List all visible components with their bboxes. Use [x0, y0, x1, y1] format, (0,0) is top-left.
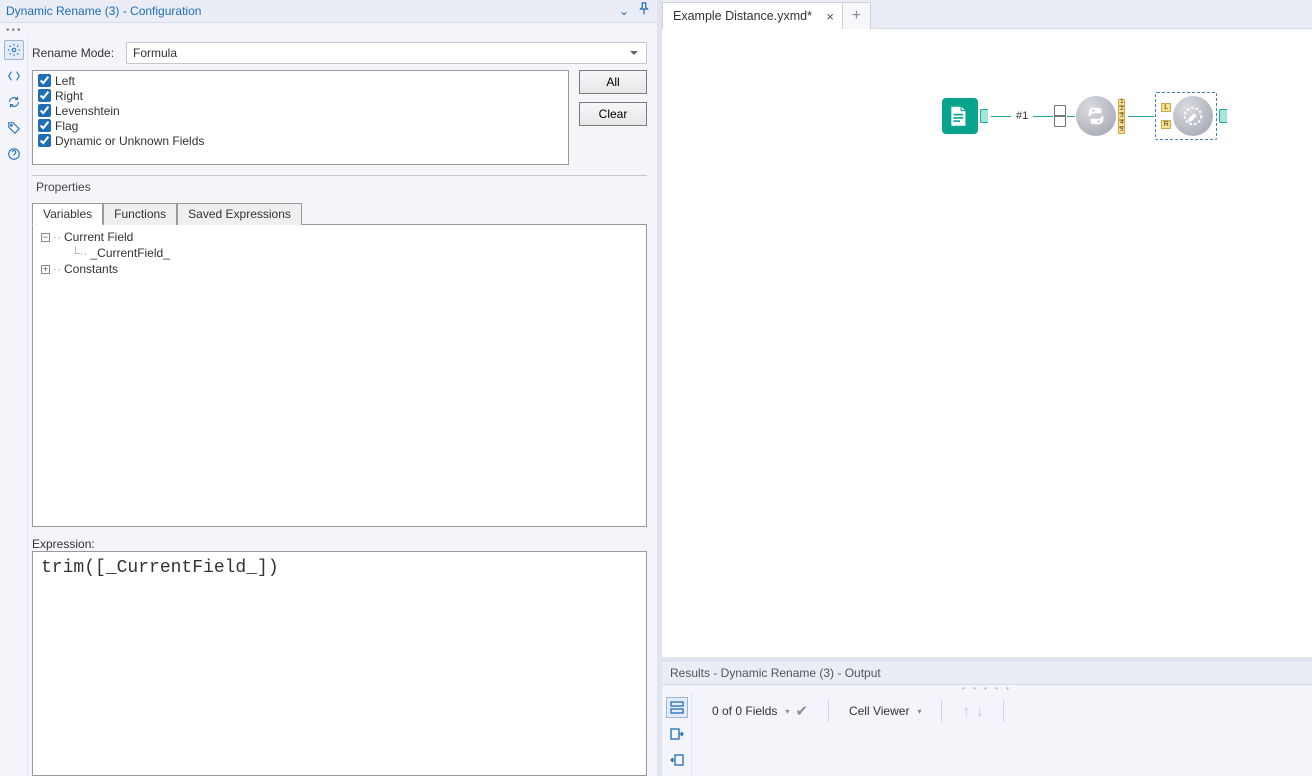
connection-line	[1067, 116, 1075, 117]
selected-tool-frame: L R	[1155, 92, 1217, 140]
all-button[interactable]: All	[579, 70, 647, 94]
anchor-out[interactable]	[980, 109, 988, 123]
text-input-tool[interactable]	[942, 98, 978, 134]
browse-anchor-icon[interactable]	[1054, 105, 1066, 127]
field-label: Levenshtein	[55, 104, 120, 118]
tree-node-constants[interactable]: Constants	[64, 262, 118, 276]
field-label: Dynamic or Unknown Fields	[55, 134, 204, 148]
tag-icon[interactable]	[4, 118, 24, 138]
config-header: Dynamic Rename (3) - Configuration ⌄	[0, 0, 657, 23]
rename-mode-label: Rename Mode:	[32, 46, 116, 60]
field-check-levenshtein[interactable]	[38, 104, 51, 117]
workflow-canvas[interactable]: #1 1 2 3 4 5 L R	[662, 29, 1312, 657]
results-toolbar: 0 of 0 Fields▾ ✔ Cell Viewer▾ ↑ ↓	[662, 692, 1312, 776]
output-arrow-icon[interactable]	[666, 750, 688, 771]
connection-label: #1	[1016, 110, 1028, 122]
tab-functions[interactable]: Functions	[103, 203, 177, 225]
port-3[interactable]: 3	[1118, 113, 1125, 120]
anchor-out[interactable]	[1219, 109, 1227, 123]
fields-listbox[interactable]: Left Right Levenshtein Flag Dynamic or U…	[32, 70, 569, 165]
document-tab-label: Example Distance.yxmd*	[673, 9, 812, 23]
results-title: Results - Dynamic Rename (3) - Output	[662, 662, 1312, 685]
dots-icon: •••	[0, 23, 657, 36]
new-tab-button[interactable]: +	[843, 2, 871, 29]
cell-viewer-label: Cell Viewer	[849, 704, 909, 718]
port-2[interactable]: 2	[1118, 106, 1125, 113]
port-5[interactable]: 5	[1118, 127, 1125, 134]
check-icon[interactable]: ✔	[795, 702, 808, 720]
results-view-icon[interactable]	[666, 697, 688, 718]
xml-icon[interactable]	[4, 66, 24, 86]
gear-icon[interactable]	[4, 40, 24, 60]
chevron-down-icon[interactable]: ⌄	[619, 4, 629, 18]
input-arrow-icon[interactable]	[666, 723, 688, 744]
expression-label: Expression:	[32, 537, 647, 551]
cell-viewer-dropdown[interactable]: Cell Viewer▾	[839, 700, 931, 722]
field-label: Left	[55, 74, 75, 88]
dynamic-rename-tool[interactable]	[1173, 96, 1213, 136]
field-check-dynamic[interactable]	[38, 134, 51, 147]
arrow-down-icon[interactable]: ↓	[976, 703, 984, 720]
document-tab-strip: Example Distance.yxmd* × +	[662, 0, 1312, 29]
tree-expand-icon[interactable]: +	[41, 265, 50, 274]
separator	[941, 700, 942, 722]
clear-button[interactable]: Clear	[579, 102, 647, 126]
results-panel: Results - Dynamic Rename (3) - Output • …	[662, 657, 1312, 776]
variables-tree[interactable]: −··Current Field └··_CurrentField_ +··Co…	[32, 225, 647, 527]
separator	[828, 700, 829, 722]
multi-output-ports[interactable]: 1 2 3 4 5	[1118, 99, 1125, 134]
tree-node-current-field[interactable]: Current Field	[64, 230, 133, 244]
connection-line	[991, 116, 1011, 117]
refresh-icon[interactable]	[4, 92, 24, 112]
config-main: Rename Mode: Formula Left Right Levensht…	[28, 36, 657, 776]
field-check-right[interactable]	[38, 89, 51, 102]
help-icon[interactable]	[4, 144, 24, 164]
port-1[interactable]: 1	[1118, 99, 1125, 106]
field-check-flag[interactable]	[38, 119, 51, 132]
config-title: Dynamic Rename (3) - Configuration	[6, 4, 201, 18]
field-check-left[interactable]	[38, 74, 51, 87]
tree-collapse-icon[interactable]: −	[41, 233, 50, 242]
arrow-up-icon[interactable]: ↑	[962, 703, 970, 720]
grip-icon[interactable]: • • • • •	[662, 685, 1312, 692]
connection-line	[1033, 116, 1053, 117]
python-tool[interactable]	[1076, 96, 1116, 136]
fields-dropdown[interactable]: 0 of 0 Fields▾ ✔	[702, 700, 818, 722]
separator	[1003, 700, 1004, 722]
field-label: Flag	[55, 119, 78, 133]
tab-saved-expressions[interactable]: Saved Expressions	[177, 203, 302, 225]
expression-editor[interactable]: trim([_CurrentField_])	[32, 551, 647, 776]
tree-leaf-currentfield[interactable]: _CurrentField_	[91, 246, 170, 260]
properties-label: Properties	[32, 180, 647, 194]
lr-input-ports[interactable]: L R	[1161, 103, 1171, 129]
port-l[interactable]: L	[1161, 103, 1171, 112]
port-r[interactable]: R	[1161, 120, 1171, 129]
right-panel: Example Distance.yxmd* × + #1 1 2 3	[662, 0, 1312, 776]
config-side-toolbar	[0, 36, 28, 776]
document-tab[interactable]: Example Distance.yxmd* ×	[662, 2, 843, 29]
field-label: Right	[55, 89, 83, 103]
rename-mode-value: Formula	[133, 46, 177, 60]
connection-line	[1128, 116, 1154, 117]
close-icon[interactable]: ×	[826, 9, 834, 24]
workflow-nodes: #1 1 2 3 4 5 L R	[942, 92, 1229, 140]
tab-variables[interactable]: Variables	[32, 203, 103, 225]
pin-icon[interactable]	[637, 2, 651, 21]
properties-tabs: Variables Functions Saved Expressions	[32, 202, 647, 225]
configuration-panel: Dynamic Rename (3) - Configuration ⌄ •••	[0, 0, 662, 776]
port-4[interactable]: 4	[1118, 120, 1125, 127]
fields-count-label: 0 of 0 Fields	[712, 704, 777, 718]
rename-mode-combo[interactable]: Formula	[126, 42, 647, 64]
